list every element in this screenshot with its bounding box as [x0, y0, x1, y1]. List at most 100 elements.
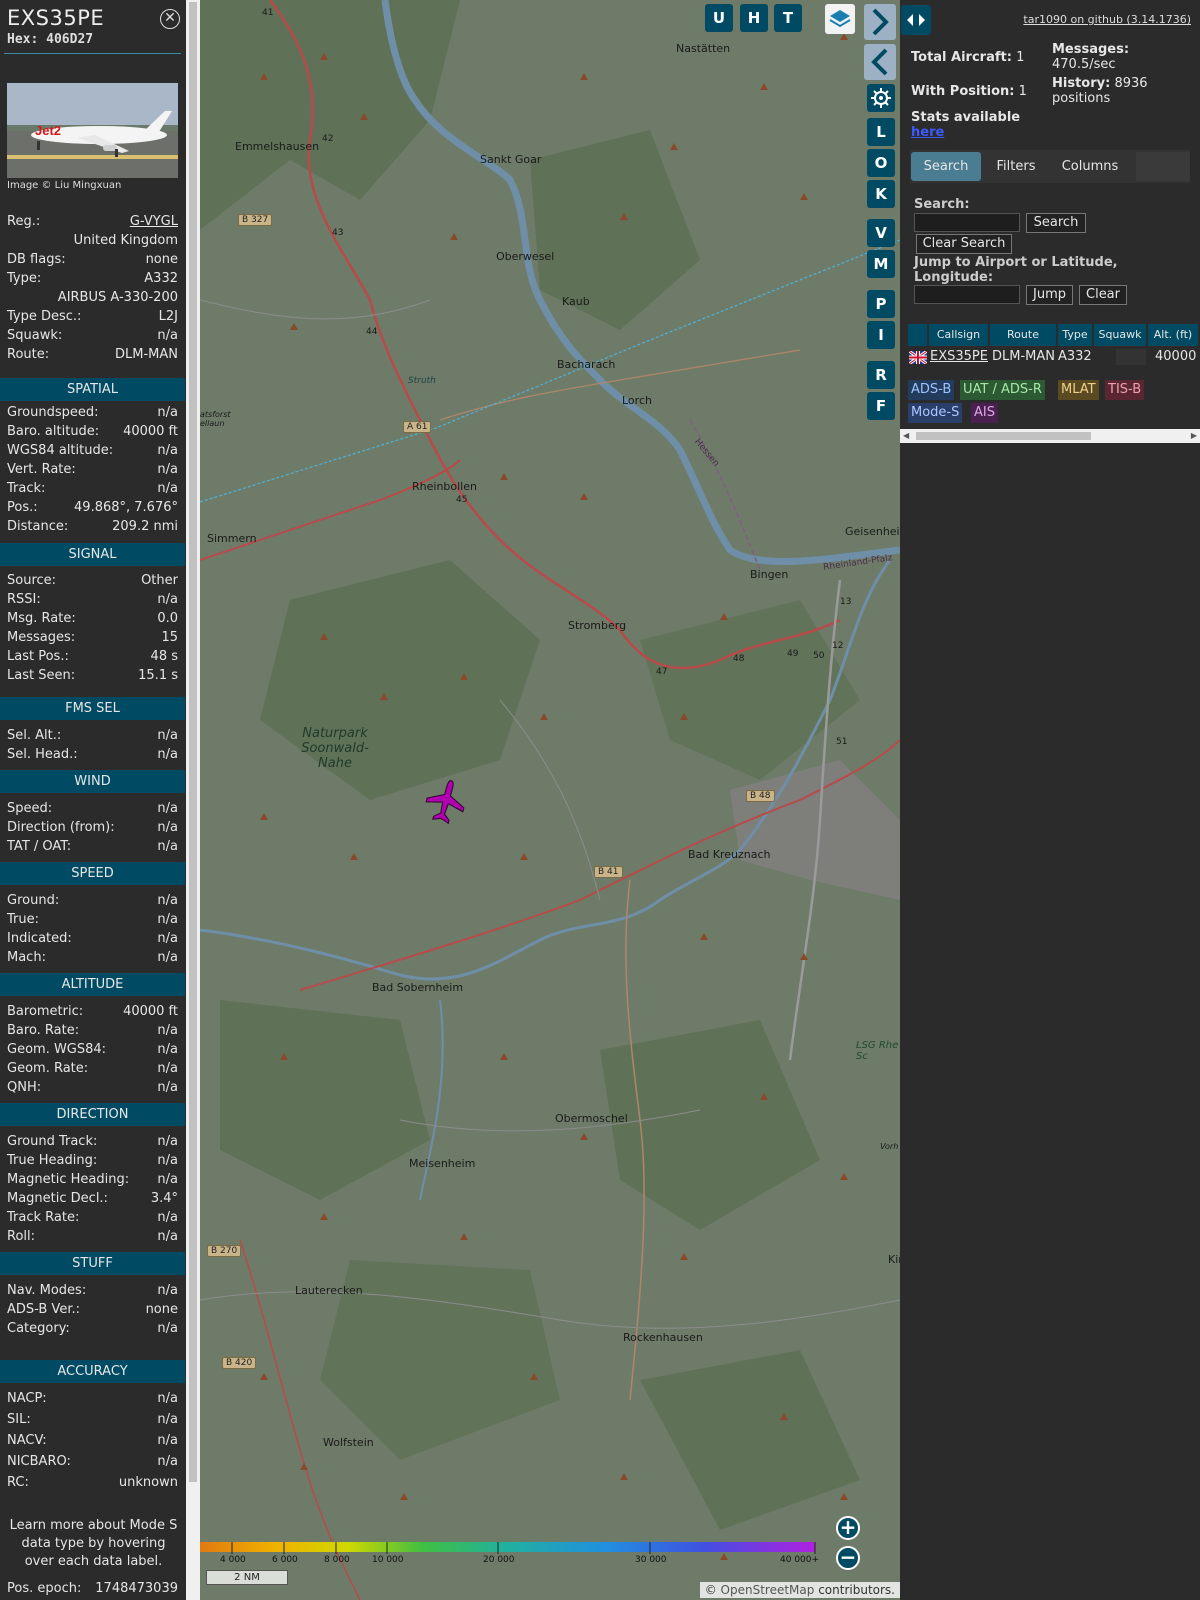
- zoom-out-icon[interactable]: −: [836, 1546, 860, 1570]
- tab-blank[interactable]: [1136, 152, 1190, 181]
- row-key[interactable]: Groundspeed:: [7, 404, 98, 422]
- row-key[interactable]: Magnetic Heading:: [7, 1171, 129, 1189]
- aircraft-photo[interactable]: Jet2: [7, 83, 178, 178]
- row-key[interactable]: QNH:: [7, 1079, 41, 1097]
- table-header-route[interactable]: Route: [990, 324, 1056, 346]
- expand-icon[interactable]: [901, 5, 931, 35]
- row-key[interactable]: Direction (from):: [7, 819, 115, 837]
- row-key[interactable]: RC:: [7, 1474, 29, 1492]
- toggle-t-button[interactable]: T: [774, 4, 802, 32]
- table-header-type[interactable]: Type: [1058, 324, 1092, 346]
- chevron-right-icon[interactable]: [864, 4, 896, 40]
- toggle-o-button[interactable]: O: [867, 149, 895, 177]
- tab-columns[interactable]: Columns: [1050, 152, 1130, 181]
- source-chip[interactable]: Mode-S: [908, 403, 963, 423]
- toggle-l-button[interactable]: L: [867, 118, 895, 146]
- row-key[interactable]: Magnetic Decl.:: [7, 1190, 108, 1208]
- search-input[interactable]: [914, 213, 1020, 232]
- row-key[interactable]: Source:: [7, 572, 56, 590]
- row-key[interactable]: NACP:: [7, 1390, 47, 1408]
- row-key[interactable]: Track:: [7, 480, 45, 498]
- row-key[interactable]: Sel. Head.:: [7, 746, 78, 764]
- row-key[interactable]: Category:: [7, 1320, 70, 1338]
- row-key[interactable]: Barometric:: [7, 1003, 83, 1021]
- gear-icon[interactable]: [867, 84, 895, 112]
- row-key[interactable]: NICBARO:: [7, 1453, 71, 1471]
- row-key[interactable]: Last Pos.:: [7, 648, 69, 666]
- row-key[interactable]: Squawk:: [7, 327, 62, 345]
- source-chip[interactable]: UAT / ADS-R: [960, 380, 1045, 400]
- toggle-r-button[interactable]: R: [867, 361, 895, 389]
- table-header-flag[interactable]: [908, 324, 927, 346]
- row-key[interactable]: WGS84 altitude:: [7, 442, 113, 460]
- chevron-left-icon[interactable]: [864, 44, 896, 80]
- row-key[interactable]: Type Desc.:: [7, 308, 81, 326]
- row-callsign[interactable]: EXS35PE: [930, 349, 988, 365]
- table-header-callsign[interactable]: Callsign: [929, 324, 988, 346]
- layers-icon[interactable]: [825, 4, 855, 34]
- row-key[interactable]: Track Rate:: [7, 1209, 79, 1227]
- source-chip[interactable]: ADS-B: [908, 380, 955, 400]
- row-value: n/a: [157, 1061, 178, 1076]
- jump-input[interactable]: [914, 285, 1020, 304]
- map-view[interactable]: Nastätten Emmelshausen Sankt Goar Oberwe…: [200, 0, 900, 1600]
- row-key[interactable]: Sel. Alt.:: [7, 727, 61, 745]
- row-key[interactable]: Indicated:: [7, 930, 72, 948]
- details-scrollbar[interactable]: [186, 0, 200, 1600]
- row-key[interactable]: True Heading:: [7, 1152, 97, 1170]
- row-key[interactable]: True:: [7, 911, 39, 929]
- clear-search-button[interactable]: Clear Search: [916, 234, 1012, 254]
- toggle-i-button[interactable]: I: [867, 321, 895, 349]
- row-key[interactable]: Geom. Rate:: [7, 1060, 88, 1078]
- row-key[interactable]: Last Seen:: [7, 667, 75, 685]
- row-key[interactable]: Mach:: [7, 949, 46, 967]
- row-key[interactable]: Messages:: [7, 629, 75, 647]
- jump-button[interactable]: Jump: [1026, 285, 1073, 305]
- row-key[interactable]: Ground Track:: [7, 1133, 97, 1151]
- row-key[interactable]: Msg. Rate:: [7, 610, 76, 628]
- row-value[interactable]: G-VYGL: [130, 213, 178, 231]
- row-key[interactable]: SIL:: [7, 1411, 31, 1429]
- table-header-altitude[interactable]: Alt. (ft): [1148, 324, 1198, 346]
- row-key[interactable]: Baro. Rate:: [7, 1022, 79, 1040]
- toggle-u-button[interactable]: U: [705, 4, 733, 32]
- source-chip[interactable]: AIS: [971, 403, 998, 423]
- row-key[interactable]: RSSI:: [7, 591, 41, 609]
- zoom-in-icon[interactable]: +: [836, 1516, 860, 1540]
- row-key[interactable]: Geom. WGS84:: [7, 1041, 106, 1059]
- row-key[interactable]: Vert. Rate:: [7, 461, 76, 479]
- toggle-m-button[interactable]: M: [867, 250, 895, 278]
- row-key[interactable]: Route:: [7, 346, 49, 364]
- row-key[interactable]: Distance:: [7, 518, 68, 536]
- table-header-squawk[interactable]: Squawk: [1094, 324, 1146, 346]
- close-icon[interactable]: ✕: [160, 9, 180, 29]
- clear-button[interactable]: Clear: [1079, 285, 1127, 305]
- tab-filters[interactable]: Filters: [986, 152, 1046, 181]
- source-chip[interactable]: MLAT: [1058, 380, 1099, 400]
- toggle-k-button[interactable]: K: [867, 180, 895, 208]
- github-link[interactable]: tar1090 on github (3.14.1736): [1023, 13, 1191, 26]
- aircraft-icon[interactable]: [424, 778, 468, 824]
- row-key[interactable]: ADS-B Ver.:: [7, 1301, 80, 1319]
- row-key[interactable]: NACV:: [7, 1432, 47, 1450]
- toggle-h-button[interactable]: H: [740, 4, 768, 32]
- row-key[interactable]: Pos.:: [7, 499, 38, 517]
- row-key[interactable]: Reg.:: [7, 213, 40, 231]
- search-button[interactable]: Search: [1026, 213, 1086, 233]
- row-key[interactable]: Roll:: [7, 1228, 35, 1246]
- tab-search[interactable]: Search: [911, 152, 981, 181]
- row-key[interactable]: Type:: [7, 270, 41, 288]
- toggle-f-button[interactable]: F: [867, 392, 895, 420]
- toggle-p-button[interactable]: P: [867, 290, 895, 318]
- row-key[interactable]: DB flags:: [7, 251, 66, 269]
- row-key[interactable]: Baro. altitude:: [7, 423, 99, 441]
- row-key[interactable]: Ground:: [7, 892, 59, 910]
- source-chip[interactable]: TIS-B: [1105, 380, 1145, 400]
- stats-link[interactable]: here: [911, 125, 944, 140]
- osm-link[interactable]: OpenStreetMap: [721, 1583, 815, 1597]
- row-key[interactable]: Speed:: [7, 800, 52, 818]
- toggle-v-button[interactable]: V: [867, 219, 895, 247]
- row-key[interactable]: Nav. Modes:: [7, 1282, 86, 1300]
- table-horizontal-scrollbar[interactable]: ◀ ▶: [900, 429, 1200, 443]
- row-key[interactable]: TAT / OAT:: [7, 838, 71, 856]
